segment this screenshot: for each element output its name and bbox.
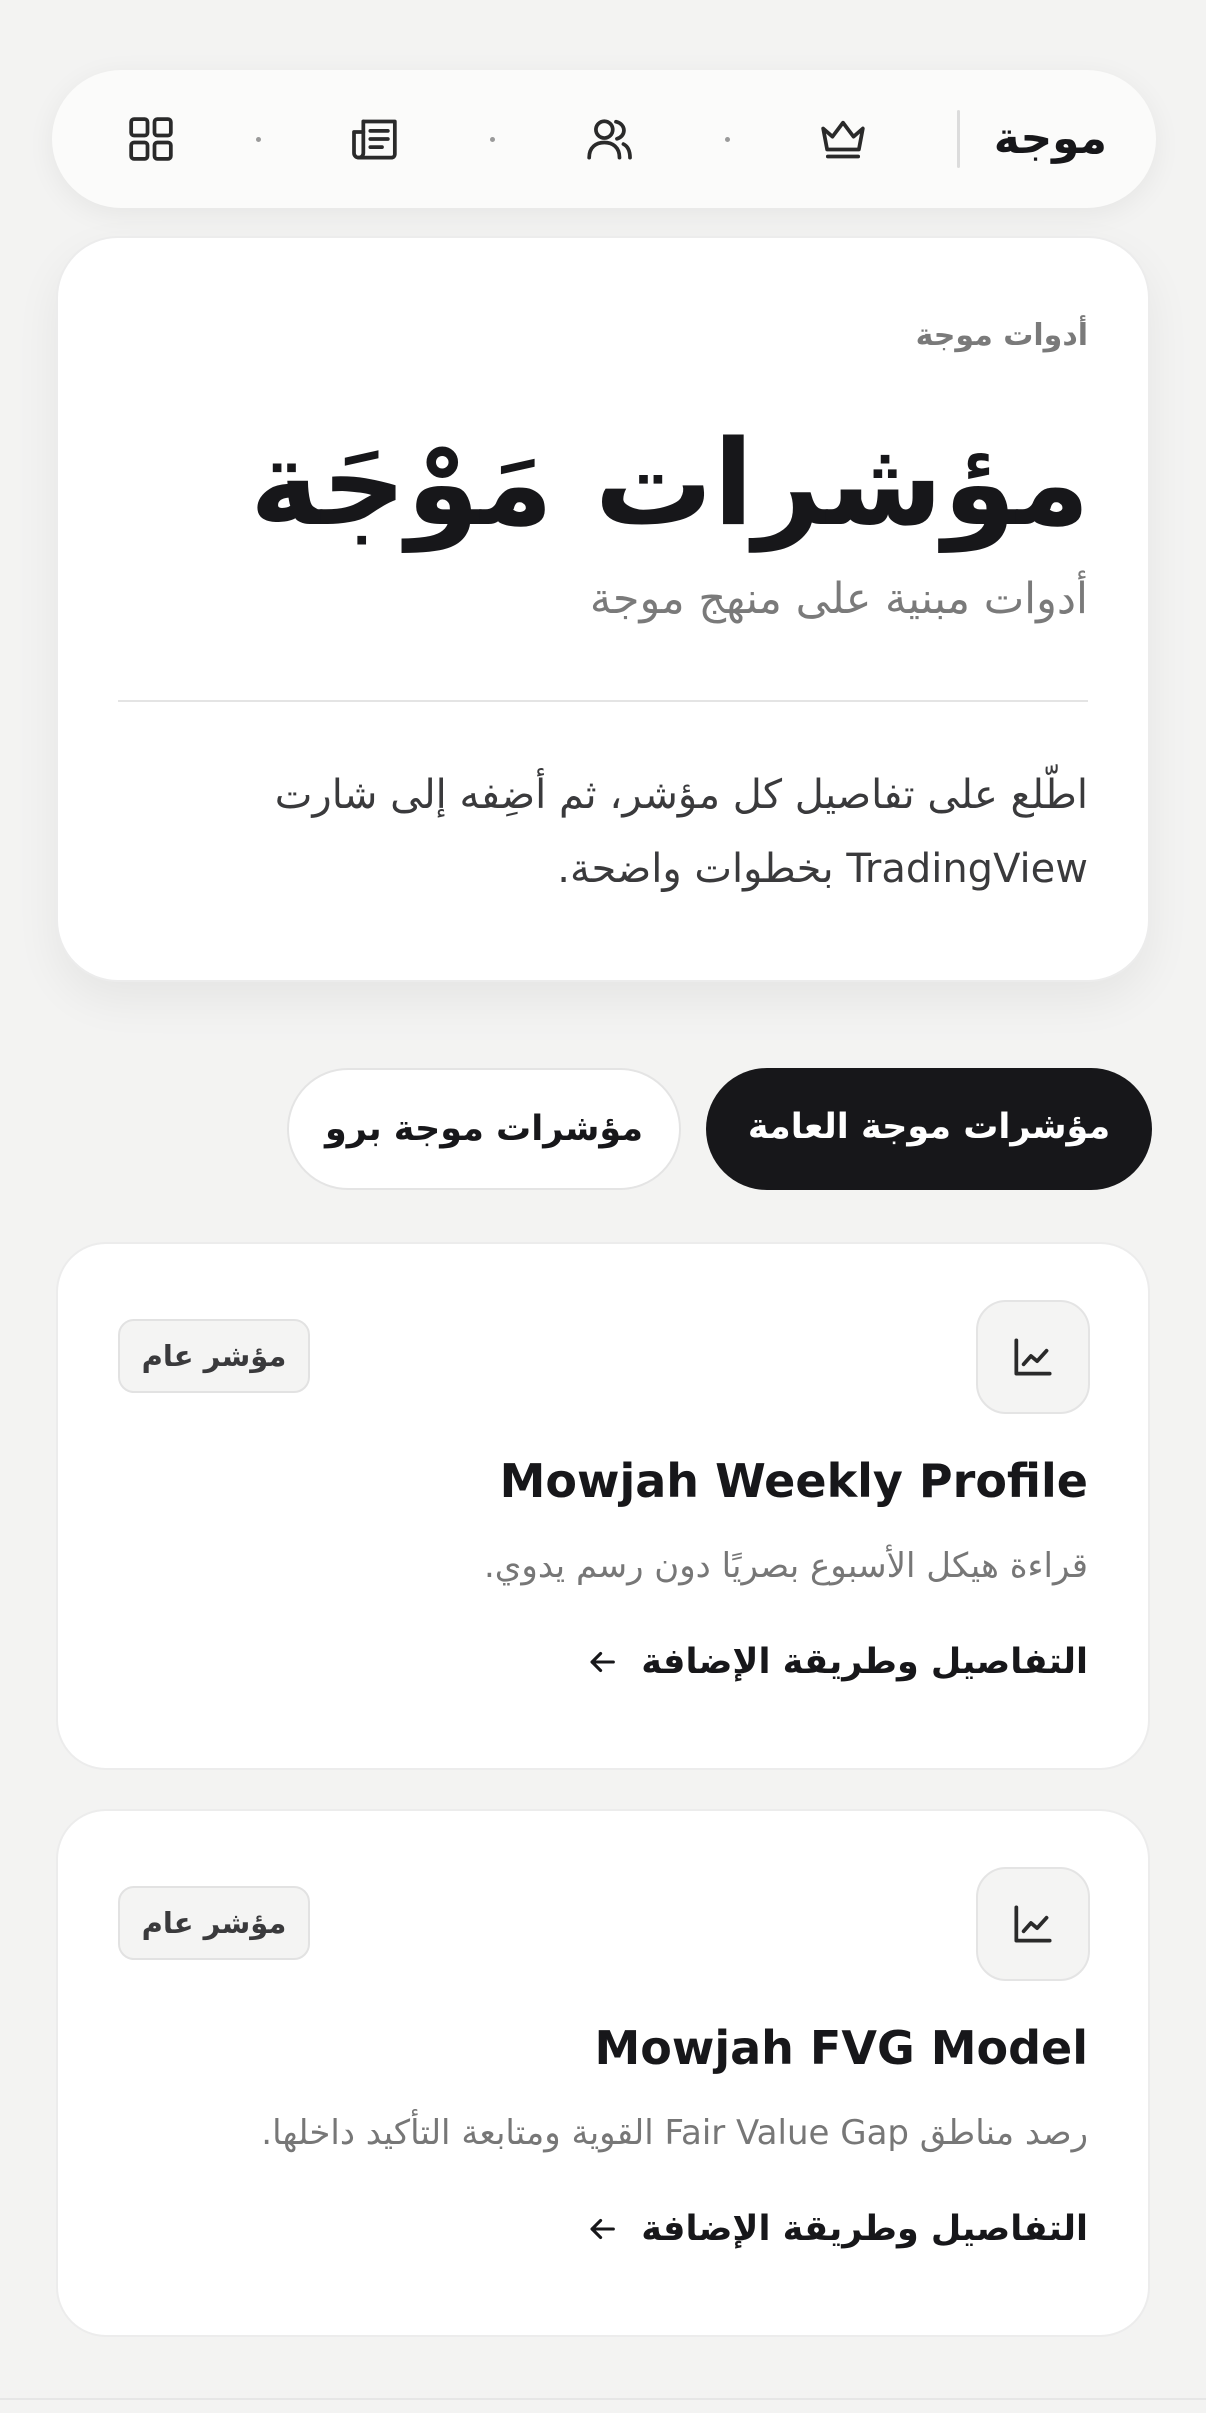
brand-logo-text[interactable]: موجة (994, 70, 1107, 208)
tab-public-indicators[interactable]: مؤشرات موجة العامة (706, 1068, 1152, 1190)
arrow-left-icon (590, 1651, 616, 1673)
page-title: مؤشرات مَوْجَة (249, 414, 1090, 552)
indicator-type-badge: مؤشر عام (118, 1886, 310, 1960)
indicator-card[interactable]: مؤشر عام Mowjah FVG Model رصد مناطق Fair… (56, 1809, 1150, 2337)
bottom-divider (0, 2398, 1206, 2400)
hero-subtitle: أدوات مبنية على منهج موجة (589, 574, 1088, 624)
arrow-left-icon (590, 2218, 616, 2240)
hero-divider (118, 700, 1088, 702)
details-link[interactable]: التفاصيل وطريقة الإضافة (585, 1642, 1088, 1682)
indicator-card[interactable]: مؤشر عام Mowjah Weekly Profile قراءة هيك… (56, 1242, 1150, 1770)
users-icon[interactable] (579, 109, 639, 169)
tab-pro-indicators[interactable]: مؤشرات موجة برو (287, 1068, 681, 1190)
top-navigation-bar: موجة (52, 70, 1156, 208)
details-link-label: التفاصيل وطريقة الإضافة (641, 2209, 1088, 2249)
crown-icon[interactable] (813, 109, 873, 169)
nav-separator-dot (490, 137, 495, 142)
indicator-type-badge: مؤشر عام (118, 1319, 310, 1393)
hero-card: أدوات موجة مؤشرات مَوْجَة أدوات مبنية عل… (56, 236, 1150, 982)
indicator-summary: رصد مناطق Fair Value Gap القوية ومتابعة … (261, 2113, 1088, 2153)
grid-icon[interactable] (121, 109, 181, 169)
indicator-name: Mowjah FVG Model (594, 2021, 1088, 2075)
nav-separator-dot (256, 137, 261, 142)
newspaper-icon[interactable] (345, 109, 405, 169)
chart-line-icon[interactable] (976, 1867, 1090, 1981)
hero-description: اطّلع على تفاصيل كل مؤشر، ثم أضِفه إلى ش… (274, 772, 1088, 892)
nav-separator-dot (725, 137, 730, 142)
indicator-name: Mowjah Weekly Profile (499, 1454, 1088, 1508)
nav-divider (957, 110, 960, 168)
indicator-summary: قراءة هيكل الأسبوع بصريًا دون رسم يدوي. (484, 1546, 1088, 1586)
details-link[interactable]: التفاصيل وطريقة الإضافة (585, 2209, 1088, 2249)
details-link-label: التفاصيل وطريقة الإضافة (641, 1642, 1088, 1682)
chart-line-icon[interactable] (976, 1300, 1090, 1414)
hero-eyebrow: أدوات موجة (915, 318, 1088, 353)
